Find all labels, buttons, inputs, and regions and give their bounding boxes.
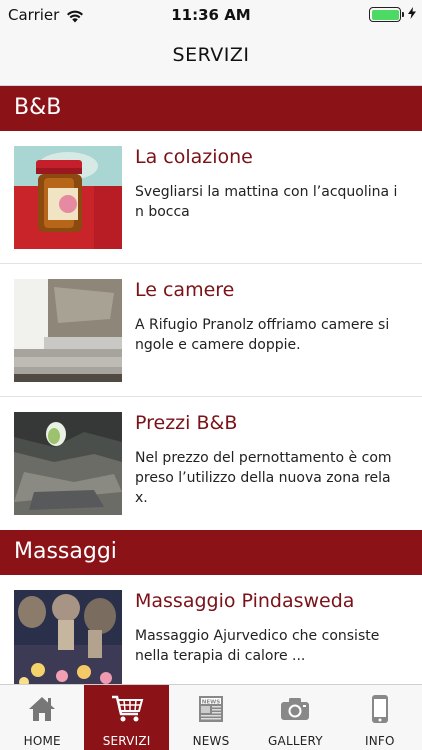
- tab-label: NEWS: [192, 734, 230, 748]
- tab-label: INFO: [364, 734, 395, 748]
- list-item-pindasweda[interactable]: Massaggio Pindasweda Massaggio Ajurvedic…: [0, 575, 422, 684]
- item-description: Nel prezzo del pernottamento è com preso…: [135, 450, 392, 506]
- battery-icon: [369, 7, 404, 22]
- item-description: Massaggio Ajurvedico che consiste nella …: [135, 628, 380, 664]
- tab-label: SERVIZI: [102, 734, 151, 748]
- tab-label: HOME: [23, 734, 61, 748]
- camera-icon: [277, 693, 313, 725]
- room-bed-photo: [14, 279, 122, 382]
- page-title: SERVIZI: [172, 44, 250, 66]
- tab-bar: HOME SERVIZI NEWS NEWS GALLERY INFO: [0, 684, 422, 750]
- navigation-bar: SERVIZI: [0, 30, 422, 86]
- cave-photo: [14, 412, 122, 515]
- list-item-colazione[interactable]: La colazione Svegliarsi la mattina con l…: [0, 131, 422, 264]
- cart-icon: [109, 693, 145, 725]
- item-title: Massaggio Pindasweda: [135, 590, 355, 612]
- tab-news[interactable]: NEWS NEWS: [169, 685, 253, 750]
- candles-massage-photo: [14, 590, 122, 684]
- section-header-massaggi: Massaggi: [0, 530, 422, 575]
- item-title: Le camere: [135, 279, 235, 301]
- status-time: 11:36 AM: [171, 6, 251, 24]
- tab-label: GALLERY: [268, 734, 323, 748]
- battery-level: [371, 9, 399, 20]
- list-item-prezzi[interactable]: Prezzi B&B Nel prezzo del pernottamento …: [0, 397, 422, 530]
- tab-info[interactable]: INFO: [338, 685, 422, 750]
- section-header-bnb: B&B: [0, 86, 422, 131]
- list-item-camere[interactable]: Le camere A Rifugio Pranolz offriamo cam…: [0, 264, 422, 397]
- item-description: A Rifugio Pranolz offriamo camere si ngo…: [135, 317, 390, 353]
- section-title: Massaggi: [14, 539, 117, 564]
- services-list[interactable]: B&B La colazione Svegliarsi la mattina c…: [0, 86, 422, 684]
- tab-servizi[interactable]: SERVIZI: [84, 685, 169, 750]
- home-icon: [24, 693, 60, 725]
- item-description: Svegliarsi la mattina con l’acquolina i …: [135, 184, 398, 220]
- section-title: B&B: [14, 95, 62, 120]
- tab-gallery[interactable]: GALLERY: [253, 685, 337, 750]
- jam-jar-photo: [14, 146, 122, 249]
- newspaper-icon: NEWS: [193, 693, 229, 725]
- status-bar: Carrier 11:36 AM: [0, 0, 422, 30]
- item-title: Prezzi B&B: [135, 412, 238, 434]
- phone-icon: [362, 693, 398, 725]
- charging-bolt-icon: [408, 7, 416, 22]
- item-title: La colazione: [135, 146, 253, 168]
- tab-home[interactable]: HOME: [0, 685, 84, 750]
- svg-text:NEWS: NEWS: [202, 699, 220, 705]
- status-right: [369, 7, 416, 22]
